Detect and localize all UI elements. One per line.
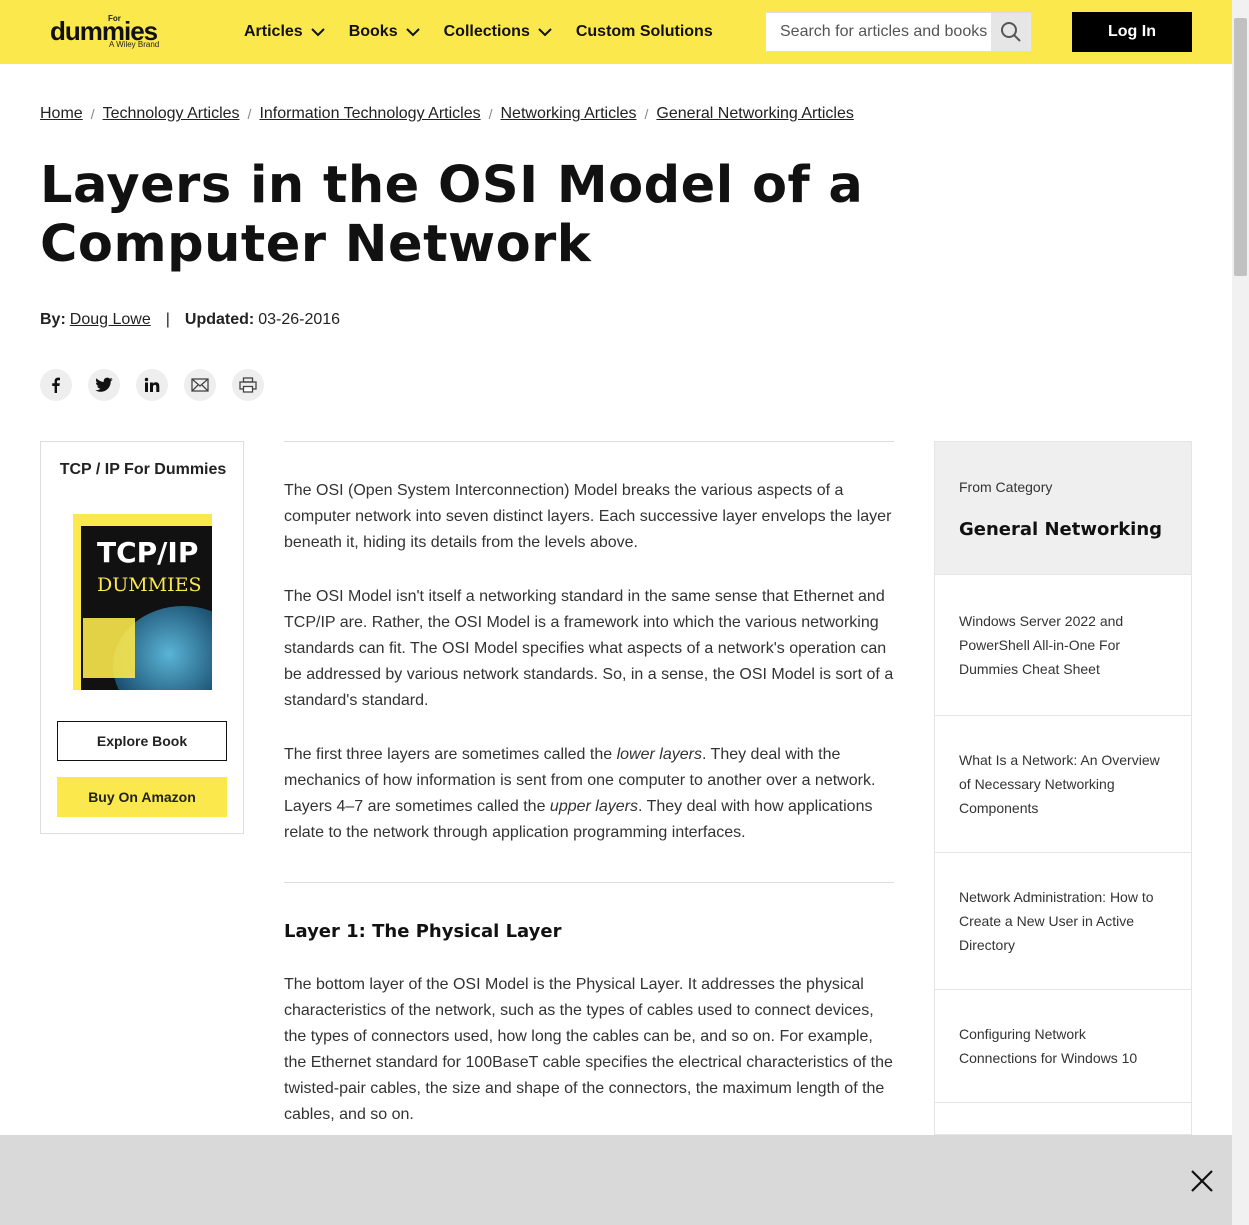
close-icon [1191, 1170, 1213, 1192]
dummies-logo[interactable]: For dummies A Wiley Brand [50, 10, 170, 54]
book-title: TCP / IP For Dummies [59, 461, 227, 478]
breadcrumb-information-technology[interactable]: Information Technology Articles [259, 105, 480, 123]
breadcrumb-general-networking[interactable]: General Networking Articles [656, 105, 853, 123]
facebook-share-button[interactable] [40, 369, 72, 401]
twitter-share-button[interactable] [88, 369, 120, 401]
breadcrumb-technology[interactable]: Technology Articles [103, 105, 240, 123]
cover-title: TCP/IP [97, 536, 199, 569]
print-icon [239, 377, 257, 393]
explore-book-button[interactable]: Explore Book [57, 721, 227, 761]
by-label: By: [40, 311, 66, 328]
updated-label: Updated: [184, 311, 255, 328]
nav-articles-label: Articles [244, 23, 303, 40]
search-input[interactable] [766, 13, 992, 51]
logo-brand-text: A Wiley Brand [109, 40, 160, 49]
category-header: From Category General Networking [935, 442, 1191, 574]
search-box [765, 12, 1032, 52]
breadcrumb-networking[interactable]: Networking Articles [500, 105, 636, 123]
page-scrollbar[interactable] [1232, 0, 1249, 1225]
linkedin-share-button[interactable] [136, 369, 168, 401]
search-icon [1001, 22, 1021, 42]
buy-on-amazon-button[interactable]: Buy On Amazon [57, 777, 227, 817]
emphasis-upper-layers: upper layers [549, 798, 638, 815]
login-button[interactable]: Log In [1072, 12, 1192, 52]
breadcrumb-separator: / [644, 106, 649, 122]
byline: By: Doug Lowe | Updated: 03-26-2016 [40, 311, 340, 329]
related-article-link[interactable]: What Is a Network: An Overview of Necess… [935, 715, 1191, 852]
book-card: TCP / IP For Dummies TCP/IP DUMMIES Expl… [40, 441, 244, 834]
breadcrumb-separator: / [488, 106, 493, 122]
email-share-button[interactable] [184, 369, 216, 401]
nav-collections[interactable]: Collections [444, 23, 552, 41]
related-article-link[interactable]: Configuring Network Connections for Wind… [935, 989, 1191, 1102]
print-button[interactable] [232, 369, 264, 401]
related-article-link[interactable]: Network Administration: How to Create a … [935, 852, 1191, 989]
site-header: For dummies A Wiley Brand Articles Books… [0, 0, 1232, 64]
nav-collections-label: Collections [443, 23, 530, 40]
cover-subtitle: DUMMIES [97, 574, 202, 596]
twitter-icon [95, 377, 113, 392]
facebook-icon [52, 377, 60, 393]
category-name[interactable]: General Networking [959, 519, 1162, 540]
main-nav: Articles Books Collections Custom Soluti… [244, 0, 737, 64]
paragraph-layers: The first three layers are sometimes cal… [284, 742, 894, 846]
author-link[interactable]: Doug Lowe [70, 311, 151, 329]
breadcrumb-separator: / [90, 106, 95, 122]
scrollbar-thumb[interactable] [1234, 18, 1247, 276]
chevron-down-icon [538, 27, 552, 36]
from-category-label: From Category [959, 479, 1053, 495]
chevron-down-icon [405, 27, 420, 36]
updated-date: 03-26-2016 [258, 311, 341, 328]
nav-articles[interactable]: Articles [244, 23, 325, 41]
breadcrumb-separator: / [247, 106, 252, 122]
share-bar [40, 369, 280, 401]
article-body: The OSI (Open System Interconnection) Mo… [284, 441, 894, 1128]
nav-custom-solutions-label: Custom Solutions [575, 23, 713, 40]
cover-stripe [73, 526, 81, 690]
related-article-link[interactable] [935, 1102, 1191, 1134]
search-button[interactable] [991, 13, 1031, 51]
book-cover[interactable]: TCP/IP DUMMIES [73, 514, 212, 690]
linkedin-icon [144, 377, 160, 392]
category-sidebar: From Category General Networking Windows… [934, 441, 1192, 1135]
nav-books[interactable]: Books [349, 23, 420, 41]
breadcrumb: Home / Technology Articles / Information… [40, 105, 854, 123]
email-icon [191, 378, 209, 392]
byline-divider: | [165, 311, 170, 328]
related-article-link[interactable]: Windows Server 2022 and PowerShell All-i… [935, 574, 1191, 715]
emphasis-lower-layers: lower layers [616, 746, 702, 763]
chevron-down-icon [310, 27, 325, 36]
nav-custom-solutions[interactable]: Custom Solutions [576, 23, 713, 41]
text-run: The first three layers are sometimes cal… [284, 746, 617, 763]
bottom-ad-bar [0, 1135, 1232, 1225]
close-ad-button[interactable] [1188, 1167, 1216, 1195]
paragraph: The OSI Model isn't itself a networking … [284, 588, 894, 709]
paragraph: The OSI (Open System Interconnection) Mo… [284, 482, 892, 551]
breadcrumb-home[interactable]: Home [40, 105, 83, 123]
nav-books-label: Books [348, 23, 398, 40]
cover-band [73, 514, 212, 526]
paragraph: The bottom layer of the OSI Model is the… [284, 976, 893, 1123]
section-heading: Layer 1: The Physical Layer [284, 921, 562, 942]
cover-blurb-panel [83, 618, 135, 678]
divider [284, 882, 894, 883]
divider [284, 441, 894, 442]
page-title: Layers in the OSI Model of a Computer Ne… [40, 156, 864, 274]
